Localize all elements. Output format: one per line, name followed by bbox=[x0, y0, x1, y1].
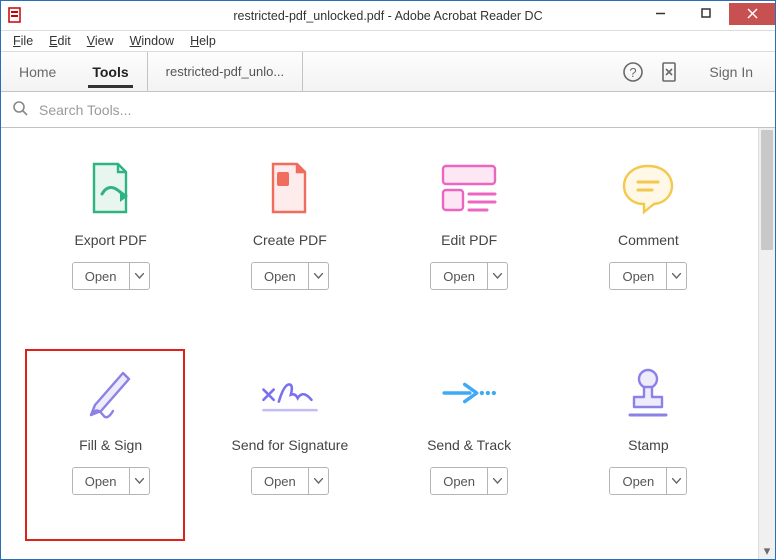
chevron-down-icon[interactable] bbox=[487, 263, 507, 289]
tool-send-and-track[interactable]: Send & Track Open bbox=[380, 355, 559, 559]
chevron-down-icon[interactable] bbox=[308, 263, 328, 289]
menu-bar: File Edit View Window Help bbox=[1, 31, 775, 52]
open-button[interactable]: Open bbox=[251, 262, 329, 290]
search-input[interactable] bbox=[37, 101, 765, 119]
tool-label: Fill & Sign bbox=[79, 437, 142, 453]
tool-label: Stamp bbox=[628, 437, 668, 453]
tool-create-pdf[interactable]: Create PDF Open bbox=[200, 150, 379, 355]
tool-label: Comment bbox=[618, 232, 679, 248]
open-button[interactable]: Open bbox=[251, 467, 329, 495]
scrollbar-thumb[interactable] bbox=[761, 130, 773, 250]
chevron-down-icon[interactable] bbox=[666, 468, 686, 494]
app-icon bbox=[7, 7, 25, 25]
tool-export-pdf[interactable]: Export PDF Open bbox=[21, 150, 200, 355]
create-pdf-icon bbox=[260, 158, 320, 218]
document-tab[interactable]: restricted-pdf_unlo... bbox=[147, 52, 304, 92]
send-track-icon bbox=[439, 363, 499, 423]
menu-window[interactable]: Window bbox=[122, 32, 182, 50]
open-button[interactable]: Open bbox=[72, 262, 150, 290]
vertical-scrollbar[interactable]: ▴ ▾ bbox=[758, 128, 775, 559]
menu-file[interactable]: File bbox=[5, 32, 41, 50]
tool-label: Create PDF bbox=[253, 232, 327, 248]
open-button[interactable]: Open bbox=[72, 467, 150, 495]
tool-label: Send for Signature bbox=[232, 437, 349, 453]
menu-view[interactable]: View bbox=[79, 32, 122, 50]
tool-label: Edit PDF bbox=[441, 232, 497, 248]
open-button[interactable]: Open bbox=[430, 467, 508, 495]
search-icon bbox=[11, 99, 37, 120]
sign-in-button[interactable]: Sign In bbox=[687, 64, 775, 80]
chevron-down-icon[interactable] bbox=[666, 263, 686, 289]
tool-send-for-signature[interactable]: Send for Signature Open bbox=[200, 355, 379, 559]
comment-icon bbox=[618, 158, 678, 218]
open-button[interactable]: Open bbox=[609, 467, 687, 495]
tool-fill-and-sign[interactable]: Fill & Sign Open bbox=[21, 355, 200, 559]
open-button[interactable]: Open bbox=[430, 262, 508, 290]
nav-home[interactable]: Home bbox=[1, 52, 74, 92]
edit-pdf-icon bbox=[439, 158, 499, 218]
tool-edit-pdf[interactable]: Edit PDF Open bbox=[380, 150, 559, 355]
tool-comment[interactable]: Comment Open bbox=[559, 150, 738, 355]
menu-edit[interactable]: Edit bbox=[41, 32, 79, 50]
help-icon[interactable]: ? bbox=[615, 54, 651, 90]
chevron-down-icon[interactable] bbox=[487, 468, 507, 494]
mobile-icon[interactable] bbox=[651, 54, 687, 90]
chevron-down-icon[interactable] bbox=[308, 468, 328, 494]
chevron-down-icon[interactable] bbox=[129, 468, 149, 494]
send-signature-icon bbox=[260, 363, 320, 423]
minimize-button[interactable] bbox=[637, 3, 683, 25]
maximize-button[interactable] bbox=[683, 3, 729, 25]
open-button[interactable]: Open bbox=[609, 262, 687, 290]
svg-text:?: ? bbox=[630, 65, 637, 80]
stamp-icon bbox=[618, 363, 678, 423]
menu-help[interactable]: Help bbox=[182, 32, 224, 50]
nav-tools[interactable]: Tools bbox=[74, 52, 146, 92]
chevron-down-icon[interactable] bbox=[129, 263, 149, 289]
scroll-down-icon[interactable]: ▾ bbox=[759, 542, 775, 559]
close-button[interactable] bbox=[729, 3, 775, 25]
export-pdf-icon bbox=[81, 158, 141, 218]
tool-stamp[interactable]: Stamp Open bbox=[559, 355, 738, 559]
fill-sign-icon bbox=[81, 363, 141, 423]
tool-label: Export PDF bbox=[74, 232, 146, 248]
tool-label: Send & Track bbox=[427, 437, 511, 453]
